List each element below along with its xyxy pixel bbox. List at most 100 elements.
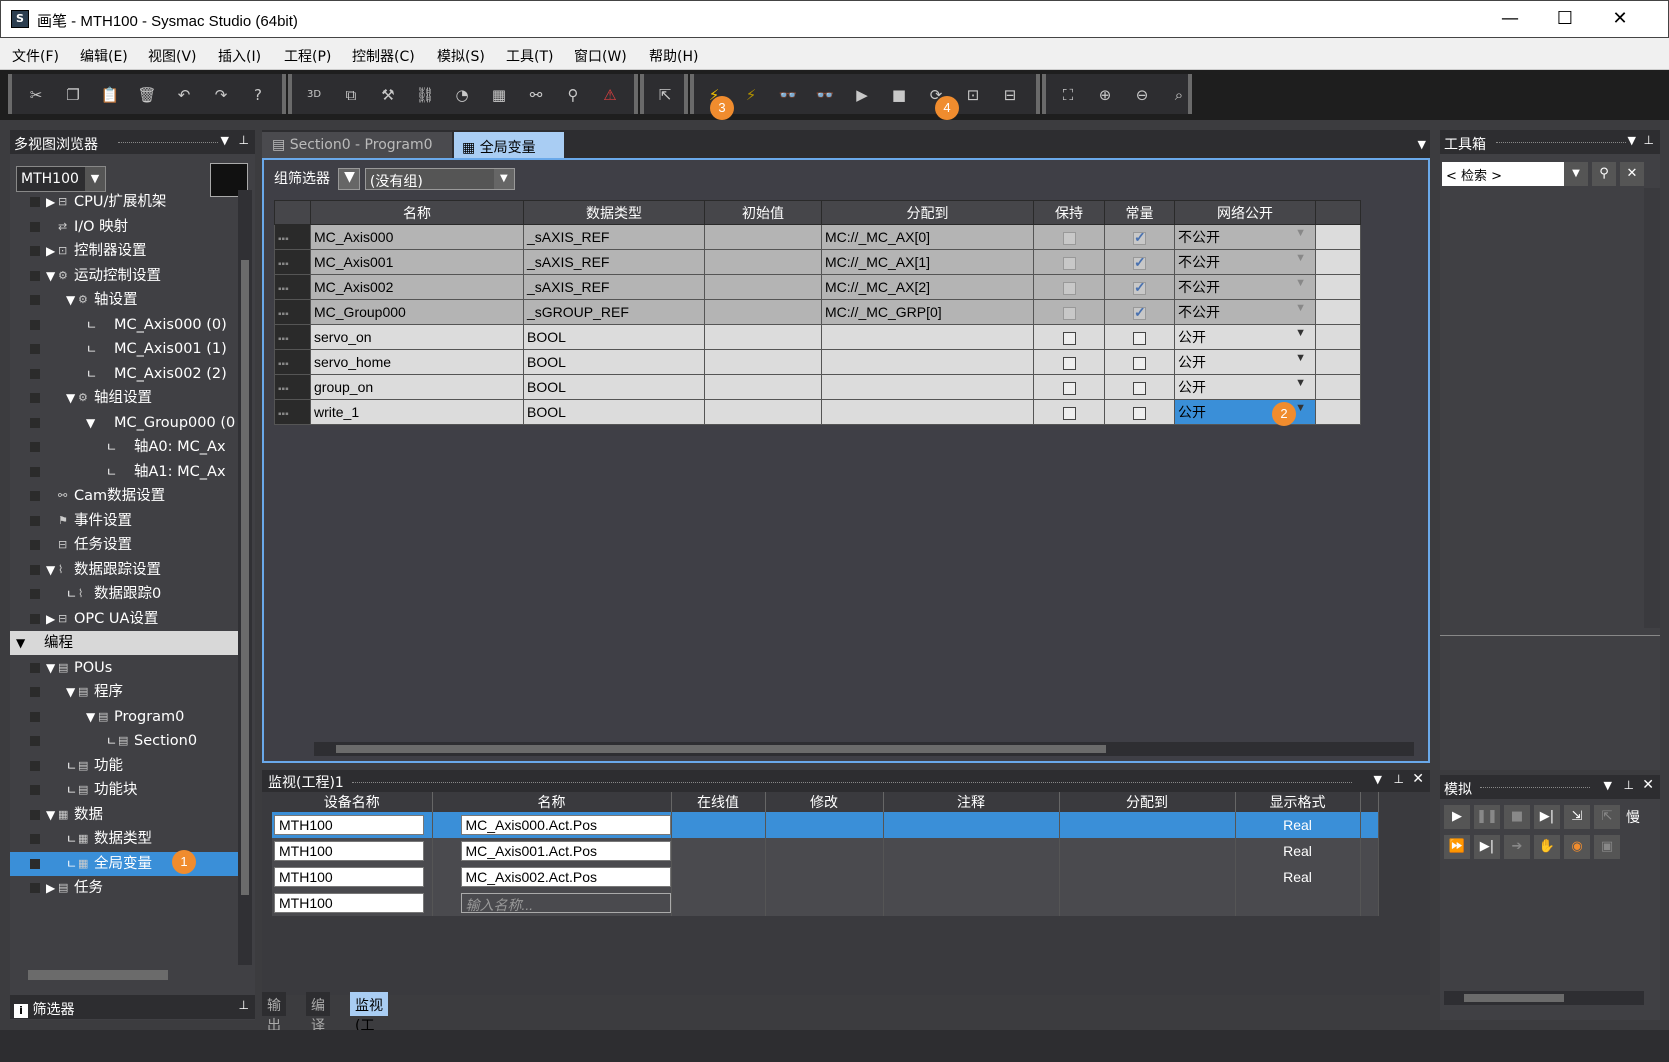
expand-icon[interactable]: ▶ [46,876,55,900]
watch-assign[interactable] [1059,812,1236,838]
verify-icon[interactable]: ⊟ [1000,86,1020,104]
expand-icon[interactable]: ㄴ [66,778,77,802]
expand-icon[interactable]: ㄴ [86,337,97,361]
watch-modify[interactable] [765,838,884,864]
var-type[interactable]: BOOL [523,349,705,375]
chevron-down-icon[interactable]: ▼ [1295,352,1306,364]
variable-row[interactable]: ▪▪▪ write_1 BOOL 公开 ▼ [274,399,1361,425]
menu-window[interactable]: 窗口(W) [574,46,627,66]
monitor-stop-icon[interactable]: 👓 [815,86,835,104]
tree-checkbox[interactable] [30,417,40,428]
dropdown-icon[interactable]: ▼ [221,134,229,147]
cam-icon[interactable]: ◔ [452,86,472,104]
dropdown-icon[interactable]: ▼ [1374,773,1382,786]
watch-name[interactable]: 输入名称... [432,890,672,916]
var-name[interactable]: write_1 [310,399,524,425]
watch-format[interactable]: Real [1235,838,1361,864]
var-network-publish[interactable]: 公开 ▼ [1174,324,1316,350]
chevron-down-icon[interactable]: ▼ [85,167,105,191]
var-network-publish[interactable]: 不公开 ▼ [1174,274,1316,300]
menu-help[interactable]: 帮助(H) [649,46,698,66]
tree-checkbox[interactable] [30,883,40,893]
constant-checkbox[interactable] [1133,254,1146,271]
chevron-down-icon[interactable]: ▼ [1295,227,1306,239]
var-assign[interactable]: MC://_MC_AX[0] [821,224,1034,250]
pin-icon[interactable]: ⊥ [239,133,249,147]
pin-icon[interactable]: ⊥ [1624,778,1634,792]
tree-checkbox[interactable] [30,736,40,746]
row-header[interactable]: ▪▪▪ [274,399,311,425]
expand-icon[interactable]: ㄴ [86,362,97,386]
expand-icon[interactable]: ㄴ [66,852,77,876]
var-retain[interactable] [1033,374,1105,400]
stop-icon[interactable]: ■ [889,86,909,104]
expand-icon[interactable]: ▼ [46,558,55,582]
var-constant[interactable] [1104,249,1175,275]
tree-checkbox[interactable] [30,197,40,207]
hand-icon[interactable]: ✋ [1534,835,1560,859]
tree-item[interactable]: ⇄ I/O 映射 [10,215,238,239]
build-icon[interactable]: ⚒ [378,86,398,104]
tab-dropdown-icon[interactable]: ▼ [1418,138,1426,151]
expand-icon[interactable]: ▼ [86,705,95,729]
search-icon[interactable]: ⚲ [1592,162,1616,186]
tree-checkbox[interactable] [30,491,40,501]
var-network-publish[interactable]: 不公开 ▼ [1174,299,1316,325]
expand-icon[interactable]: ▶ [46,239,55,263]
var-retain[interactable] [1033,224,1105,250]
menu-tools[interactable]: 工具(T) [506,46,553,66]
menu-edit[interactable]: 编辑(E) [80,46,128,66]
variable-row[interactable]: ▪▪▪ group_on BOOL 公开 ▼ [274,374,1361,400]
delete-icon[interactable]: 🗑 [137,86,157,104]
tree-checkbox[interactable] [30,613,40,624]
menu-file[interactable]: 文件(F) [12,46,59,66]
copy-icon[interactable]: ❐ [63,86,83,104]
cut-icon[interactable]: ✂ [26,86,46,104]
var-name[interactable]: MC_Group000 [310,299,524,325]
tree-checkbox[interactable] [30,858,40,869]
col-assign[interactable]: 分配到 [821,200,1034,225]
watch-online[interactable] [671,812,766,838]
watch-col-name[interactable]: 名称 [432,792,672,812]
retain-checkbox[interactable] [1062,331,1076,345]
var-initial[interactable] [704,349,822,375]
maximize-button[interactable]: ☐ [1542,5,1588,33]
var-constant[interactable] [1104,299,1175,325]
watch-online[interactable] [671,838,766,864]
tree-item[interactable]: ▼ 编程 [10,631,238,655]
tree-item[interactable]: ▼ ⚙ 轴设置 [10,288,238,312]
constant-checkbox[interactable] [1133,279,1146,296]
var-constant[interactable] [1104,324,1175,350]
watch-online[interactable] [671,890,766,916]
var-assign[interactable]: MC://_MC_GRP[0] [821,299,1034,325]
pin-icon[interactable]: ⊥ [1394,772,1404,786]
var-retain[interactable] [1033,274,1105,300]
chevron-down-icon[interactable]: ▼ [493,169,514,189]
var-constant[interactable] [1104,224,1175,250]
tree-checkbox[interactable] [30,662,40,673]
tree-item[interactable]: ㄴ ▦ 数据类型 [10,827,238,851]
tree-item[interactable]: ㄴ MC_Axis002 (2) [10,362,238,386]
tree-checkbox[interactable] [30,295,40,305]
tab-output[interactable]: 输出 [262,992,286,1034]
watch-comment[interactable] [883,864,1060,890]
fit-icon[interactable]: ⛶ [1058,86,1078,104]
compare-icon[interactable]: ⊡ [963,86,983,104]
var-type[interactable]: _sAXIS_REF [523,224,705,250]
var-name[interactable]: servo_home [310,349,524,375]
tree-checkbox[interactable] [30,344,40,354]
chevron-down-icon[interactable]: ▼ [1295,302,1306,314]
retain-checkbox[interactable] [1062,306,1076,320]
var-network-publish[interactable]: 不公开 ▼ [1174,224,1316,250]
retain-checkbox[interactable] [1062,231,1076,245]
constant-checkbox[interactable] [1133,304,1146,321]
col-initial[interactable]: 初始值 [704,200,822,225]
toolbox-scroll[interactable] [1644,188,1660,628]
constant-checkbox[interactable] [1133,331,1146,345]
tree-checkbox[interactable] [30,221,40,232]
retain-checkbox[interactable] [1062,256,1076,270]
watch-row[interactable]: MTH100 输入名称... [272,890,1379,916]
watch-online[interactable] [671,864,766,890]
var-name[interactable]: MC_Axis002 [310,274,524,300]
tree-checkbox[interactable] [30,564,40,575]
